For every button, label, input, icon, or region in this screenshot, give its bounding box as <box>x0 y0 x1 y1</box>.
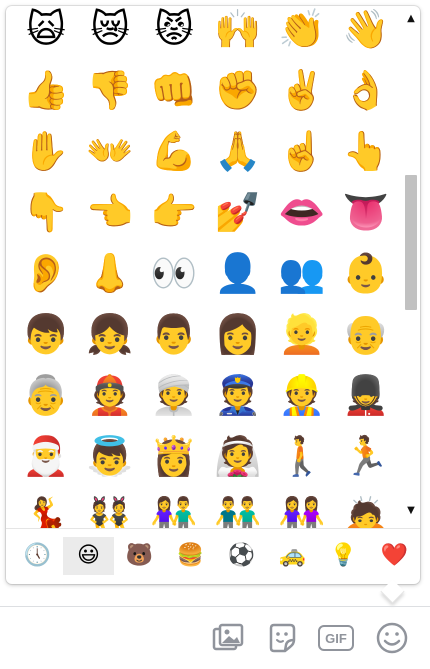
photo-icon[interactable] <box>210 620 246 656</box>
emoji-cell[interactable]: 👷 <box>270 364 334 425</box>
emoji-cell[interactable]: 👄 <box>270 181 334 242</box>
emoji-cell[interactable]: 👴 <box>334 303 398 364</box>
emoji-grid-viewport[interactable]: 🙀 😿 😾 🙌 👏 👋 👍 👎 👊 ✊ ✌️ 👌 ✋ 👐 💪 🙏 ☝️ 👆 👇 👈 👉 💅 👄 👅 👂 👃 👀 👤 👥 👶 👦 👧 👨 👩 👱 👴 👵 👲… <box>6 6 402 529</box>
emoji-cell[interactable]: 👋 <box>334 6 398 59</box>
sticker-icon[interactable] <box>264 620 300 656</box>
emoji-cell[interactable]: 👤 <box>206 242 270 303</box>
emoji-cell[interactable]: 🙌 <box>206 6 270 59</box>
emoji-icon[interactable] <box>374 620 410 656</box>
emoji-cell[interactable]: 👱 <box>270 303 334 364</box>
emoji-cell[interactable]: 👸 <box>142 425 206 486</box>
emoji-cell[interactable]: ✊ <box>206 59 270 120</box>
emoji-cell[interactable]: 👨 <box>142 303 206 364</box>
emoji-cell[interactable]: 👧 <box>78 303 142 364</box>
emoji-cell[interactable]: 🚶 <box>270 425 334 486</box>
emoji-cell[interactable]: 👥 <box>270 242 334 303</box>
activity-category-icon: ⚽ <box>227 543 256 568</box>
nature-category-icon: 🐻 <box>125 543 154 568</box>
emoji-cell[interactable]: 👏 <box>270 6 334 59</box>
emoji-cell[interactable]: 👰 <box>206 425 270 486</box>
emoji-cell[interactable]: 👃 <box>78 242 142 303</box>
emoji-cell[interactable]: 👼 <box>78 425 142 486</box>
emoji-cell[interactable]: 🙏 <box>206 120 270 181</box>
emoji-cell[interactable]: 👮 <box>206 364 270 425</box>
emoji-cell[interactable]: 👯 <box>78 486 142 529</box>
page: 🙀 😿 😾 🙌 👏 👋 👍 👎 👊 ✊ ✌️ 👌 ✋ 👐 💪 🙏 ☝️ 👆 👇 👈 👉 💅 👄 👅 👂 👃 👀 👤 👥 👶 👦 👧 👨 👩 👱 👴 👵 👲… <box>0 0 430 669</box>
emoji-cell[interactable]: 👐 <box>78 120 142 181</box>
travel-category-icon: 🚕 <box>278 543 307 568</box>
emoji-cell[interactable]: 👂 <box>14 242 78 303</box>
scroll-track[interactable] <box>405 28 417 504</box>
tab-symbols[interactable]: ❤️ <box>369 537 420 575</box>
emoji-cell[interactable]: 👵 <box>14 364 78 425</box>
tab-activity[interactable]: ⚽ <box>216 537 267 575</box>
emoji-cell[interactable]: 👀 <box>142 242 206 303</box>
objects-category-icon: 💡 <box>329 543 358 568</box>
emoji-cell[interactable]: 👈 <box>78 181 142 242</box>
emoji-picker-popover: 🙀 😿 😾 🙌 👏 👋 👍 👎 👊 ✊ ✌️ 👌 ✋ 👐 💪 🙏 ☝️ 👆 👇 👈 👉 💅 👄 👅 👂 👃 👀 👤 👥 👶 👦 👧 👨 👩 👱 👴 👵 👲… <box>6 6 420 584</box>
emoji-cell[interactable]: 💃 <box>14 486 78 529</box>
emoji-cell[interactable]: 👭 <box>270 486 334 529</box>
emoji-cell[interactable]: ☝️ <box>270 120 334 181</box>
emoji-scrollbar[interactable]: ▲ ▼ <box>402 6 420 528</box>
emoji-cell[interactable]: 👎 <box>78 59 142 120</box>
emoji-cell[interactable]: 👳 <box>142 364 206 425</box>
emoji-cell[interactable]: 👌 <box>334 59 398 120</box>
emoji-cell[interactable]: 👉 <box>142 181 206 242</box>
tab-nature[interactable]: 🐻 <box>114 537 165 575</box>
emoji-category-tabs: 🕔 😃 🐻 🍔 ⚽ 🚕 💡 ❤️ <box>6 528 420 582</box>
emoji-cell[interactable]: 👩 <box>206 303 270 364</box>
tab-travel[interactable]: 🚕 <box>267 537 318 575</box>
tab-objects[interactable]: 💡 <box>318 537 369 575</box>
emoji-cell[interactable]: 💂 <box>334 364 398 425</box>
scroll-up-arrow-icon[interactable]: ▲ <box>406 14 416 24</box>
emoji-cell[interactable]: 👊 <box>142 59 206 120</box>
emoji-cell[interactable]: 🙇 <box>334 486 398 529</box>
tab-people[interactable]: 😃 <box>63 536 114 575</box>
tab-food[interactable]: 🍔 <box>165 537 216 575</box>
emoji-cell[interactable]: 👅 <box>334 181 398 242</box>
emoji-cell[interactable]: ✋ <box>14 120 78 181</box>
tab-recent[interactable]: 🕔 <box>12 537 63 575</box>
emoji-cell[interactable]: 🎅 <box>14 425 78 486</box>
emoji-cell[interactable]: 👬 <box>206 486 270 529</box>
emoji-cell[interactable]: 👍 <box>14 59 78 120</box>
symbols-category-icon: ❤️ <box>380 543 409 568</box>
recent-category-icon: 🕔 <box>23 543 52 568</box>
emoji-cell[interactable]: 💅 <box>206 181 270 242</box>
emoji-cell[interactable]: 👫 <box>142 486 206 529</box>
gif-icon[interactable]: GIF <box>318 620 354 656</box>
emoji-cell[interactable]: 💪 <box>142 120 206 181</box>
scroll-down-arrow-icon[interactable]: ▼ <box>406 506 416 516</box>
emoji-cell[interactable]: 😿 <box>78 6 142 59</box>
emoji-cell[interactable]: 👦 <box>14 303 78 364</box>
emoji-cell[interactable]: 🙀 <box>14 6 78 59</box>
emoji-cell[interactable]: 👆 <box>334 120 398 181</box>
emoji-cell[interactable]: 👇 <box>14 181 78 242</box>
scroll-thumb[interactable] <box>405 175 417 310</box>
emoji-cell[interactable]: 🏃 <box>334 425 398 486</box>
gif-label: GIF <box>318 625 354 651</box>
emoji-cell[interactable]: 😾 <box>142 6 206 59</box>
people-category-icon: 😃 <box>77 543 100 568</box>
emoji-grid: 🙀 😿 😾 🙌 👏 👋 👍 👎 👊 ✊ ✌️ 👌 ✋ 👐 💪 🙏 ☝️ 👆 👇 👈 👉 💅 👄 👅 👂 👃 👀 👤 👥 👶 👦 👧 👨 👩 👱 👴 👵 👲… <box>6 6 398 529</box>
emoji-cell[interactable]: 👲 <box>78 364 142 425</box>
food-category-icon: 🍔 <box>176 543 205 568</box>
emoji-cell[interactable]: ✌️ <box>270 59 334 120</box>
emoji-cell[interactable]: 👶 <box>334 242 398 303</box>
